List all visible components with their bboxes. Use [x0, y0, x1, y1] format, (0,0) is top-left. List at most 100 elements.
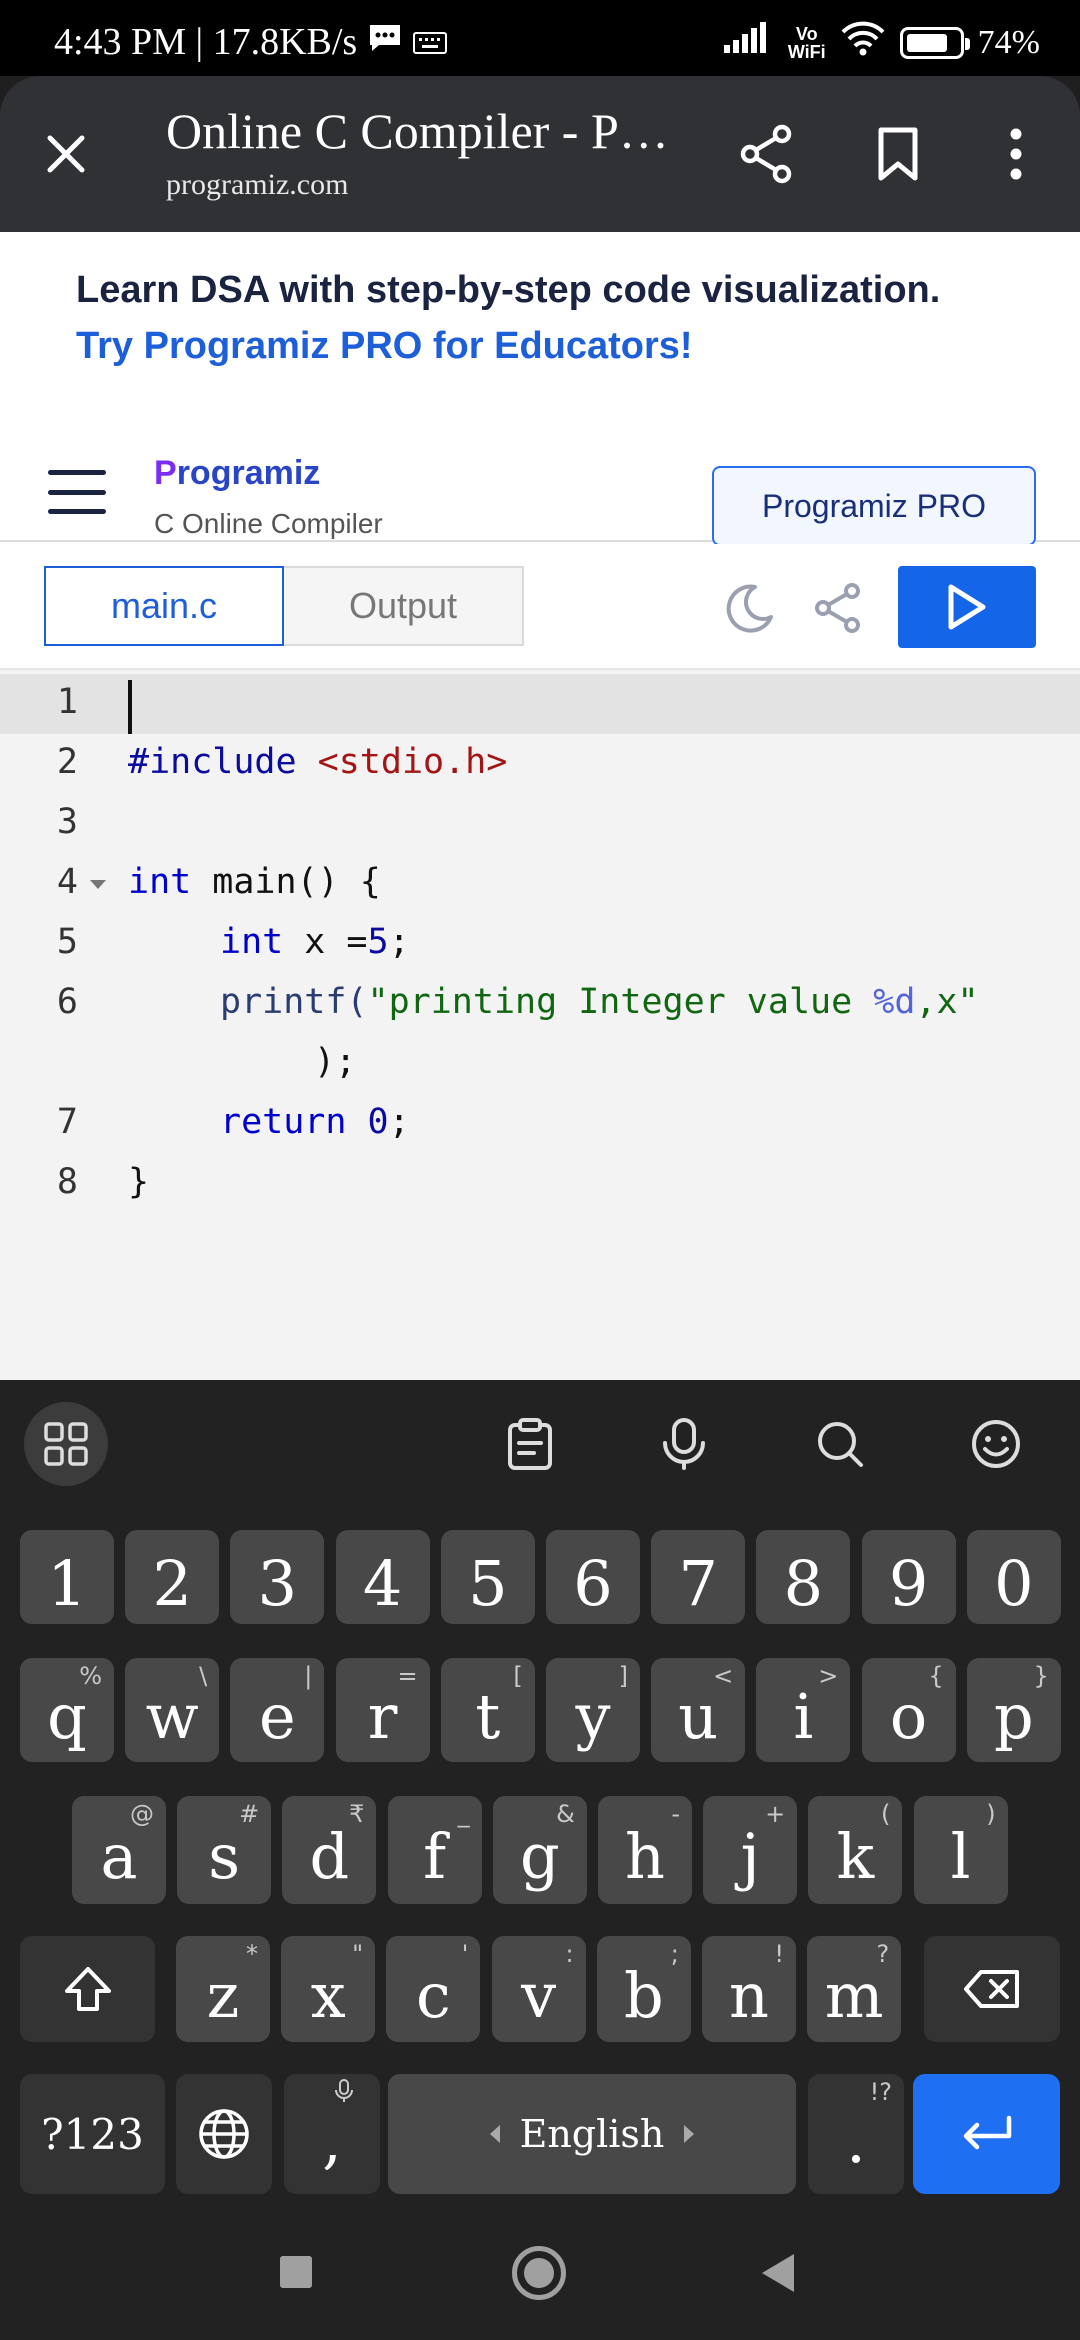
code-line[interactable]: 1: [0, 674, 1080, 734]
code-line[interactable]: 5 int x =5;: [0, 914, 1080, 974]
code-line[interactable]: 4 int main() {: [0, 854, 1080, 914]
letter-key[interactable]: x ": [281, 1936, 376, 2042]
letter-key[interactable]: d ₹: [282, 1796, 377, 1904]
number-key[interactable]: 5: [440, 1530, 535, 1624]
key-label: d: [309, 1820, 350, 1893]
number-key[interactable]: 2: [125, 1530, 220, 1624]
recent-apps-button[interactable]: [280, 2256, 312, 2288]
key-hint: ): [986, 1800, 996, 1828]
key-label: t: [475, 1680, 501, 1753]
language-key[interactable]: [176, 2074, 272, 2194]
letter-key[interactable]: z *: [176, 1936, 270, 2042]
number-key[interactable]: 6: [546, 1530, 640, 1624]
letter-key[interactable]: n!: [702, 1936, 796, 2042]
code-line[interactable]: 6 printf("printing Integer value %d,x" )…: [0, 974, 1080, 1094]
letter-key[interactable]: h-: [598, 1796, 692, 1904]
letter-key[interactable]: t[: [440, 1658, 535, 1762]
letter-key[interactable]: p}: [966, 1658, 1061, 1762]
programiz-pro-button[interactable]: Programiz PRO: [712, 466, 1036, 546]
share-button[interactable]: [734, 122, 798, 186]
letter-key[interactable]: y]: [546, 1658, 640, 1762]
letter-key[interactable]: g &: [492, 1796, 587, 1904]
backspace-key[interactable]: [924, 1936, 1060, 2042]
letter-key[interactable]: s #: [177, 1796, 272, 1904]
letter-key[interactable]: f _: [387, 1796, 482, 1904]
code-editor[interactable]: 1 2 #include <stdio.h> 3 4 int main() { …: [0, 670, 1080, 1380]
key-label: c: [416, 1959, 451, 2032]
page-url[interactable]: programiz.com: [166, 168, 348, 202]
letter-key[interactable]: w \: [125, 1658, 220, 1762]
programiz-logo[interactable]: Programiz: [154, 454, 320, 493]
emoji-button[interactable]: [954, 1402, 1038, 1486]
key-label: k: [836, 1820, 875, 1893]
shift-arrow-icon: [64, 1967, 111, 2011]
hamburger-menu-icon[interactable]: [48, 470, 106, 514]
keyboard-toolbar: [0, 1380, 1080, 1508]
home-button[interactable]: [512, 2246, 566, 2300]
key-hint: -: [671, 1800, 680, 1828]
letter-key[interactable]: j +: [703, 1796, 798, 1904]
letter-key[interactable]: e |: [230, 1658, 325, 1762]
clipboard-button[interactable]: [488, 1402, 572, 1486]
key-label: 6: [573, 1547, 613, 1620]
run-button[interactable]: [898, 566, 1036, 648]
dark-mode-toggle[interactable]: [720, 578, 780, 638]
moon-icon: [726, 584, 773, 633]
key-label: 5: [468, 1547, 508, 1620]
comma-key[interactable]: ,: [284, 2074, 380, 2194]
key-hint: ': [461, 1940, 469, 1968]
letter-key[interactable]: k(: [808, 1796, 903, 1904]
promo-banner[interactable]: Learn DSA with step-by-step code visuali…: [76, 262, 940, 374]
back-button[interactable]: [762, 2254, 794, 2292]
letter-key[interactable]: l): [913, 1796, 1008, 1904]
key-label: x: [310, 1959, 346, 2032]
code-line[interactable]: 2 #include <stdio.h>: [0, 734, 1080, 794]
space-key[interactable]: English: [388, 2074, 796, 2194]
number-key[interactable]: 3: [230, 1530, 325, 1624]
keyboard-apps-button[interactable]: [24, 1402, 108, 1486]
key-label: 2: [152, 1547, 192, 1620]
letter-key[interactable]: a @: [72, 1796, 166, 1904]
number-key[interactable]: 9: [861, 1530, 956, 1624]
number-key[interactable]: 4: [335, 1530, 430, 1624]
key-hint: #: [239, 1800, 260, 1828]
line-number: 8: [56, 1162, 78, 1202]
key-hint: \: [199, 1662, 208, 1690]
voice-input-button[interactable]: [642, 1402, 726, 1486]
number-key[interactable]: 8: [756, 1530, 851, 1624]
code-line[interactable]: 8 }: [0, 1154, 1080, 1214]
letter-key[interactable]: u <: [651, 1658, 746, 1762]
code-line[interactable]: 3: [0, 794, 1080, 854]
letter-key[interactable]: c ': [386, 1936, 481, 2042]
number-key[interactable]: 1: [20, 1530, 114, 1624]
letter-key[interactable]: r =: [335, 1658, 430, 1762]
symbols-key[interactable]: ?123: [20, 2074, 165, 2194]
letter-key[interactable]: q%: [20, 1658, 114, 1762]
key-hint: (: [881, 1800, 891, 1828]
more-options-button[interactable]: [984, 122, 1048, 186]
letter-key[interactable]: m?: [807, 1936, 902, 2042]
key-hint: <: [713, 1662, 734, 1690]
code-line[interactable]: 7 return 0;: [0, 1094, 1080, 1154]
line-number: 4: [56, 862, 78, 902]
number-key[interactable]: 0: [966, 1530, 1061, 1624]
fold-arrow-icon[interactable]: [90, 880, 106, 889]
enter-arrow-icon: [963, 2115, 1011, 2150]
number-key[interactable]: 7: [651, 1530, 746, 1624]
promo-link[interactable]: Try Programiz PRO for Educators!: [76, 318, 940, 374]
letter-key[interactable]: v:: [491, 1936, 586, 2042]
period-key[interactable]: . !?: [808, 2074, 904, 2194]
shift-key[interactable]: [20, 1936, 155, 2042]
tab-main-c[interactable]: main.c: [44, 566, 284, 646]
keyboard-search-button[interactable]: [798, 1402, 882, 1486]
tab-output[interactable]: Output: [282, 566, 524, 646]
close-tab-button[interactable]: [32, 120, 100, 188]
line-number: 3: [56, 802, 78, 842]
enter-key[interactable]: [913, 2074, 1060, 2194]
bookmark-button[interactable]: [866, 122, 930, 186]
letter-key[interactable]: i >: [756, 1658, 851, 1762]
emoji-icon: [972, 1420, 1020, 1468]
letter-key[interactable]: b;: [596, 1936, 691, 2042]
share-code-button[interactable]: [808, 578, 868, 638]
letter-key[interactable]: o{: [861, 1658, 956, 1762]
